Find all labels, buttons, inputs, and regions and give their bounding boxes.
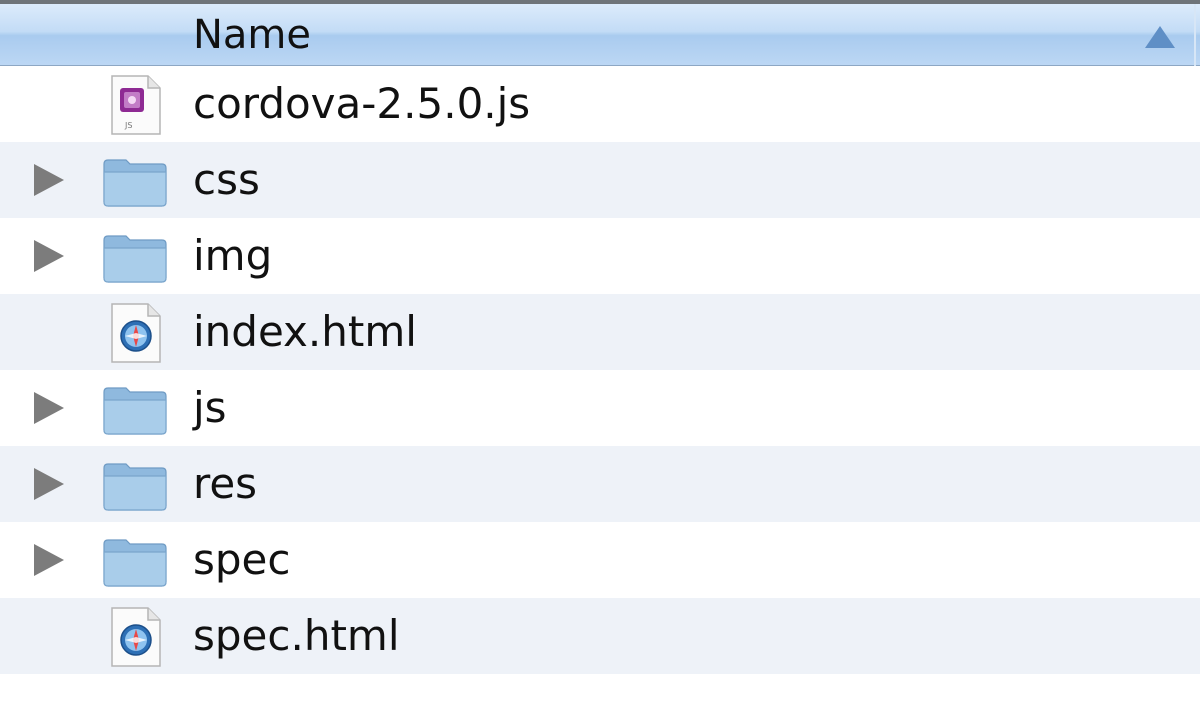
- list-item-label: js: [193, 383, 227, 432]
- list-item-folder[interactable]: css: [0, 142, 1200, 218]
- column-header-name[interactable]: Name: [0, 4, 1200, 66]
- list-item-label: img: [193, 231, 273, 280]
- column-header-label: Name: [193, 12, 312, 58]
- list-item-label: cordova-2.5.0.js: [193, 79, 531, 128]
- folder-icon: [100, 378, 170, 440]
- disclosure-triangle-icon[interactable]: [34, 468, 64, 500]
- list-item-label: res: [193, 459, 258, 508]
- disclosure-triangle-icon[interactable]: [34, 240, 64, 272]
- html-file-icon: [100, 606, 170, 668]
- list-item-file[interactable]: spec.html: [0, 598, 1200, 674]
- list-item-folder[interactable]: js: [0, 370, 1200, 446]
- folder-icon: [100, 530, 170, 592]
- list-item-label: css: [193, 155, 260, 204]
- disclosure-triangle-icon[interactable]: [34, 164, 64, 196]
- folder-icon: [100, 226, 170, 288]
- list-item-folder[interactable]: img: [0, 218, 1200, 294]
- list-item-folder[interactable]: res: [0, 446, 1200, 522]
- disclosure-triangle-icon[interactable]: [34, 392, 64, 424]
- list-item-label: index.html: [193, 307, 417, 356]
- list-item-label: spec: [193, 535, 291, 584]
- js-file-icon-caption: JS: [124, 121, 132, 130]
- js-file-icon: JS: [100, 74, 170, 136]
- list-item-label: spec.html: [193, 611, 400, 660]
- list-item-file[interactable]: index.html: [0, 294, 1200, 370]
- folder-icon: [100, 150, 170, 212]
- list-item-file[interactable]: JS cordova-2.5.0.js: [0, 66, 1200, 142]
- sort-ascending-icon[interactable]: [1145, 26, 1175, 48]
- column-divider: [1194, 4, 1196, 66]
- html-file-icon: [100, 302, 170, 364]
- list-item-folder[interactable]: spec: [0, 522, 1200, 598]
- disclosure-triangle-icon[interactable]: [34, 544, 64, 576]
- file-list: JS cordova-2.5.0.js css img index.html j…: [0, 66, 1200, 674]
- folder-icon: [100, 454, 170, 516]
